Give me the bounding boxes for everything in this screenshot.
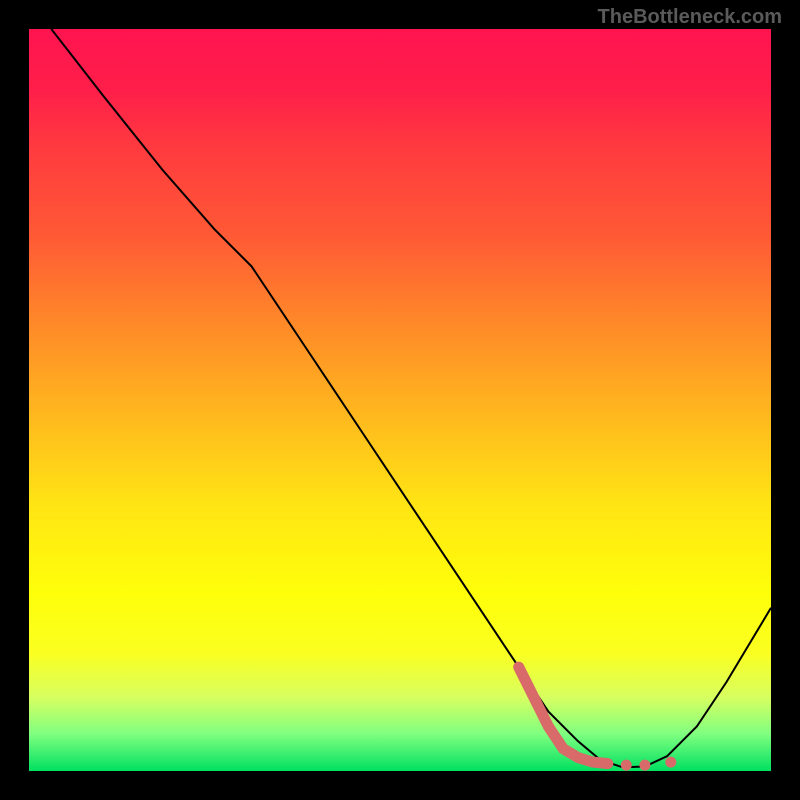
highlight-dot [621, 760, 632, 771]
highlight-dot [665, 757, 676, 768]
chart-svg [29, 29, 771, 771]
highlight-segment [519, 667, 608, 764]
plot-area [29, 29, 771, 771]
highlight-dots-group [621, 757, 677, 771]
watermark-text: TheBottleneck.com [598, 6, 782, 29]
highlight-dot [639, 760, 650, 771]
bottleneck-curve [51, 29, 771, 767]
